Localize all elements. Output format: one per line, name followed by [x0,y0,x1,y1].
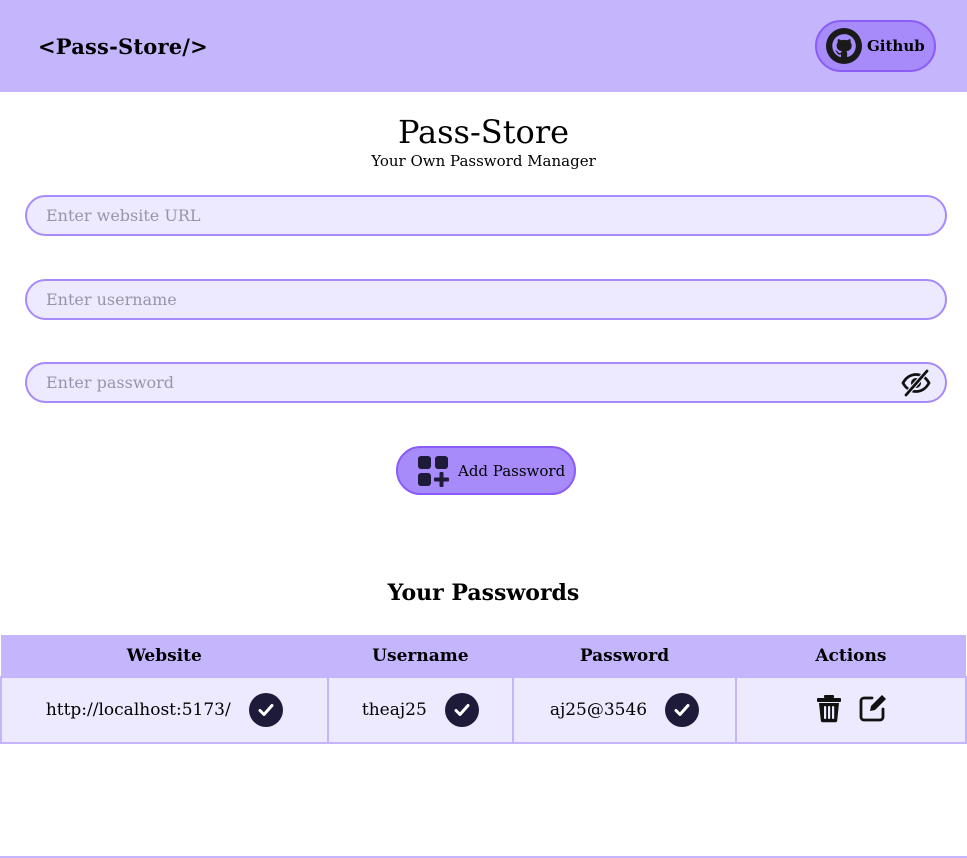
page-subtitle: Your Own Password Manager [371,152,596,170]
header-username: Username [372,645,469,666]
copy-password-button[interactable] [665,693,700,727]
username-value: theaj25 [361,700,427,720]
table-row: http://localhost:5173/ theaj25 aj25@3546 [0,676,967,744]
eye-slash-icon[interactable] [900,367,932,399]
website-link[interactable]: http://localhost:5173/ [46,700,231,720]
website-url-input[interactable] [46,206,926,225]
header-website: Website [126,645,202,666]
add-squares-icon [418,455,449,487]
password-value: aj25@3546 [549,700,648,720]
trash-icon[interactable] [814,693,844,723]
hero: Pass-Store Your Own Password Manager [0,112,967,170]
edit-icon[interactable] [858,693,888,723]
github-label: Github [867,37,925,55]
password-cell: aj25@3546 [512,676,737,744]
check-circle-icon [674,704,690,716]
password-input[interactable] [46,373,900,392]
passwords-title: Your Passwords [387,580,580,606]
header-password: Password [579,645,670,666]
check-circle-icon [258,704,274,716]
username-field [25,279,947,320]
website-cell: http://localhost:5173/ [0,676,329,744]
table-header-row: Website Username Password Actions [1,635,966,677]
actions-cell [734,676,967,744]
passwords-table: Website Username Password Actions http:/… [0,635,967,744]
copy-username-button[interactable] [444,693,479,727]
website-url-field [25,195,947,236]
header-actions: Actions [815,645,887,666]
username-cell: theaj25 [326,676,515,744]
github-button[interactable]: Github [815,20,936,72]
add-password-button[interactable]: Add Password [396,446,576,495]
password-field [25,362,947,403]
username-input[interactable] [46,290,926,309]
logo: <Pass-Store/> [38,33,208,59]
github-icon [826,28,862,64]
navbar: <Pass-Store/> Github [0,0,967,92]
copy-website-button[interactable] [248,693,283,727]
add-password-label: Add Password [458,461,566,480]
page-title: Pass-Store [397,113,570,151]
check-circle-icon [454,704,470,716]
